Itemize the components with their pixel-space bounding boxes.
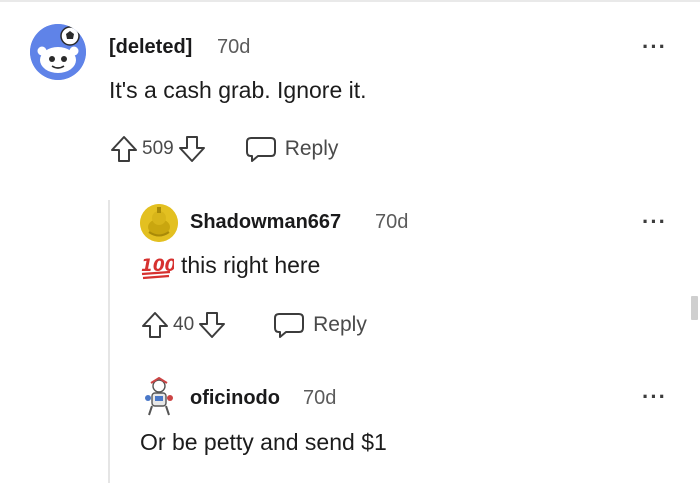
reply-label: Reply <box>313 313 367 336</box>
comment: oficinodo 70d ··· Or be petty and send $… <box>0 365 700 483</box>
comment-author[interactable]: Shadowman667 <box>190 211 341 234</box>
reply-label: Reply <box>284 137 339 160</box>
comment-author[interactable]: oficinodo <box>190 387 280 410</box>
upvote-arrow-icon <box>142 312 168 338</box>
comment-actions: 509 Reply <box>109 133 338 165</box>
avatar[interactable] <box>140 377 178 417</box>
comment: Shadowman667 70d ··· 100 this right here… <box>0 190 700 360</box>
comment-timestamp: 70d <box>217 36 251 58</box>
vote-score: 509 <box>142 138 174 159</box>
more-options-button[interactable]: ··· <box>642 36 667 58</box>
downvote-arrow-icon <box>199 312 226 338</box>
downvote-button[interactable] <box>177 134 207 164</box>
vote-control: 509 <box>109 134 207 164</box>
vote-control: 40 <box>140 310 227 340</box>
avatar[interactable] <box>140 204 178 242</box>
downvote-arrow-icon <box>178 136 205 162</box>
comment-body: Or be petty and send $1 <box>140 429 387 455</box>
comment-body: this right here <box>181 252 321 278</box>
more-options-button[interactable]: ··· <box>642 386 667 408</box>
vote-score: 40 <box>173 314 195 335</box>
comment-body: It's a cash grab. Ignore it. <box>109 77 367 103</box>
snoo-avatar-icon <box>30 24 86 80</box>
upvote-arrow-icon <box>111 136 137 162</box>
speech-bubble-icon <box>274 313 305 338</box>
downvote-button[interactable] <box>197 310 227 340</box>
comment-author[interactable]: [deleted] <box>109 36 192 59</box>
reply-button[interactable]: Reply <box>245 135 339 163</box>
hundred-points-emoji-icon: 100 <box>140 251 177 286</box>
upvote-button[interactable] <box>140 310 170 340</box>
more-options-button[interactable]: ··· <box>642 211 667 233</box>
comment: [deleted] 70d ··· It's a cash grab. Igno… <box>0 0 700 180</box>
avatar[interactable] <box>30 24 86 80</box>
reply-button[interactable]: Reply <box>273 311 367 339</box>
comment-actions: 40 Reply <box>140 309 367 341</box>
figure-avatar-icon <box>145 377 173 416</box>
comment-timestamp: 70d <box>375 211 409 233</box>
comment-timestamp: 70d <box>303 387 337 409</box>
upvote-button[interactable] <box>109 134 139 164</box>
gold-avatar-icon <box>140 204 178 242</box>
speech-bubble-icon <box>245 137 276 162</box>
